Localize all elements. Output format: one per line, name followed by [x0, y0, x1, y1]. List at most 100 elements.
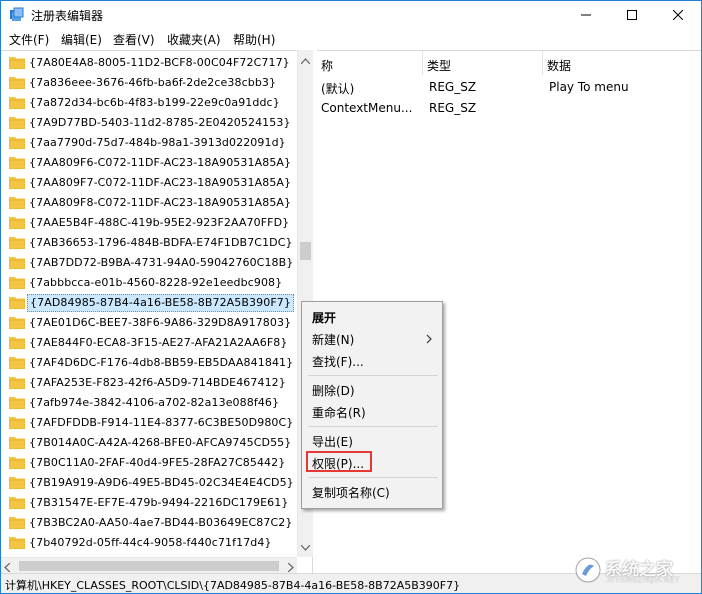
tree-item[interactable]: {7afb974e-3842-4106-a702-82a13e088f46}	[1, 393, 297, 413]
tree-item[interactable]: {7abbbcca-e01b-4560-8228-92e1eedbc908}	[1, 273, 297, 293]
tree-scroll-thumb[interactable]	[300, 242, 311, 260]
folder-icon	[8, 316, 26, 330]
tree-item[interactable]: {7B19A919-A9D6-49E5-BD45-02C34E4E4CD5}	[1, 473, 297, 493]
chevron-right-icon	[426, 333, 432, 347]
folder-icon	[8, 256, 26, 270]
column-header-name[interactable]: 称	[317, 51, 423, 75]
key-tree-pane[interactable]: {7A80E4A8-8005-11D2-BCF8-00C04F72C717} {7…	[1, 50, 313, 573]
menu-item-rename[interactable]: 重命名(R)	[312, 404, 366, 421]
tree-item-label: {7AA809F7-C072-11DF-AC23-18A90531A85A}	[29, 176, 292, 189]
tree-item-label: {7A9D77BD-5403-11d2-8785-2E0420524153}	[29, 116, 291, 129]
tree-item[interactable]: {7AD84985-87B4-4a16-BE58-8B72A5B390F7}	[1, 293, 297, 313]
menu-favorites[interactable]: 收藏夹(A)	[167, 31, 221, 48]
tree-item[interactable]: {7AB36653-1796-484B-BDFA-E74F1DB7C1DC}	[1, 233, 297, 253]
value-type: REG_SZ	[429, 101, 477, 115]
menu-item-find[interactable]: 查找(F)...	[312, 353, 364, 370]
folder-icon	[8, 116, 26, 130]
tree-item-label: {7AFA253E-F823-42f6-A5D9-714BDE467412}	[29, 376, 286, 389]
folder-icon	[8, 356, 26, 370]
menu-edit[interactable]: 编辑(E)	[61, 31, 102, 48]
tree-item[interactable]: {7AA809F7-C072-11DF-AC23-18A90531A85A}	[1, 173, 297, 193]
tree-item[interactable]: {7AE01D6C-BEE7-38F6-9A86-329D8A917803}	[1, 313, 297, 333]
registry-editor-window: 注册表编辑器 文件(F) 编辑(E) 查看(V) 收藏夹(A) 帮助(H) {7…	[0, 0, 702, 594]
folder-icon	[8, 136, 26, 150]
menu-item-new[interactable]: 新建(N)	[312, 331, 354, 348]
menu-item-copy-key-name[interactable]: 复制项名称(C)	[312, 484, 390, 501]
folder-icon	[8, 456, 26, 470]
folder-icon	[8, 196, 26, 210]
title-bar[interactable]: 注册表编辑器	[1, 1, 701, 29]
value-name: (默认)	[321, 82, 355, 96]
minimize-button[interactable]	[563, 1, 609, 29]
menu-help[interactable]: 帮助(H)	[233, 31, 275, 48]
column-header-type-label: 类型	[427, 59, 452, 73]
tree-item[interactable]: {7a836eee-3676-46fb-ba6f-2de2ce38cbb3}	[1, 73, 297, 93]
tree-item-label: {7B0C11A0-2FAF-40d4-9FE5-28FA27C85442}	[29, 456, 286, 469]
tree-item-label: {7B3BC2A0-AA50-4ae7-BD44-B03649EC87C2}	[29, 516, 293, 529]
tree-hscroll-thumb[interactable]	[19, 561, 279, 571]
column-header-name-label: 称	[321, 59, 334, 73]
tree-item-label: {7AB7DD72-B9BA-4731-94A0-59042760C18B}	[29, 256, 294, 269]
tree-item-label: {7AE844F0-ECA8-3F15-AE27-AFA21A2AA6F8}	[29, 336, 288, 349]
registry-editor-icon	[9, 7, 25, 23]
tree-item[interactable]: {7B0C11A0-2FAF-40d4-9FE5-28FA27C85442}	[1, 453, 297, 473]
menu-separator	[308, 426, 438, 427]
menu-item-expand[interactable]: 展开	[312, 309, 336, 326]
value-type: REG_SZ	[429, 80, 477, 94]
tree-item[interactable]: {7AFA253E-F823-42f6-A5D9-714BDE467412}	[1, 373, 297, 393]
value-name: ContextMenu...	[321, 101, 413, 115]
folder-icon	[8, 236, 26, 250]
tree-item[interactable]: {7AB7DD72-B9BA-4731-94A0-59042760C18B}	[1, 253, 297, 273]
tree-item[interactable]: {7A9D77BD-5403-11d2-8785-2E0420524153}	[1, 113, 297, 133]
watermark-url: XITONGZHIJIA.NET	[607, 576, 680, 584]
tree-item-label: {7a836eee-3676-46fb-ba6f-2de2ce38cbb3}	[29, 76, 277, 89]
column-header-data[interactable]: 数据	[543, 51, 701, 75]
tree-item-label: {7AAE5B4F-488C-419b-95E2-923F2AA70FFD}	[29, 216, 290, 229]
folder-icon	[8, 536, 26, 550]
tree-item-label: {7afb974e-3842-4106-a702-82a13e088f46}	[29, 396, 280, 409]
tree-item-label: {7A80E4A8-8005-11D2-BCF8-00C04F72C717}	[29, 56, 290, 69]
tree-item-label: {7B19A919-A9D6-49E5-BD45-02C34E4E4CD5}	[29, 476, 294, 489]
folder-icon	[8, 496, 26, 510]
folder-icon	[8, 296, 26, 310]
tree-item[interactable]: {7B31547E-EF7E-479b-9494-2216DC179E61}	[1, 493, 297, 513]
tree-item[interactable]: {7AFDFDDB-F914-11E4-8377-6C3BE50D980C}	[1, 413, 297, 433]
tree-item[interactable]: {7AF4D6DC-F176-4db8-BB59-EB5DAA841841}	[1, 353, 297, 373]
menu-view[interactable]: 查看(V)	[113, 31, 155, 48]
menu-item-export[interactable]: 导出(E)	[312, 433, 353, 450]
tree-item[interactable]: {7a872d34-bc6b-4f83-b199-22e9c0a91ddc}	[1, 93, 297, 113]
tree-item-label: {7AE01D6C-BEE7-38F6-9A86-329D8A917803}	[29, 316, 292, 329]
close-button[interactable]	[655, 1, 701, 29]
tree-item[interactable]: {7aa7790d-75d7-484b-98a1-3913d022091d}	[1, 133, 297, 153]
folder-icon	[8, 176, 26, 190]
tree-item-label: {7B014A0C-A42A-4268-BFE0-AFCA9745CD55}	[29, 436, 292, 449]
scroll-up-icon[interactable]	[300, 53, 311, 67]
menu-file[interactable]: 文件(F)	[9, 31, 49, 48]
tree-item-label: {7AF4D6DC-F176-4db8-BB59-EB5DAA841841}	[29, 356, 294, 369]
folder-icon	[8, 156, 26, 170]
folder-icon	[8, 416, 26, 430]
folder-icon	[8, 396, 26, 410]
tree-item[interactable]: {7B014A0C-A42A-4268-BFE0-AFCA9745CD55}	[1, 433, 297, 453]
tree-item[interactable]: {7AA809F8-C072-11DF-AC23-18A90531A85A}	[1, 193, 297, 213]
tree-item[interactable]: {7B3BC2A0-AA50-4ae7-BD44-B03649EC87C2}	[1, 513, 297, 533]
maximize-button[interactable]	[609, 1, 655, 29]
folder-icon	[8, 336, 26, 350]
folder-icon	[8, 56, 26, 70]
tree-item-label: {7B31547E-EF7E-479b-9494-2216DC179E61}	[29, 496, 289, 509]
tree-item-label: {7a872d34-bc6b-4f83-b199-22e9c0a91ddc}	[29, 96, 280, 109]
tree-item-label: {7AFDFDDB-F914-11E4-8377-6C3BE50D980C}	[29, 416, 294, 429]
value-data: Play To menu	[549, 80, 629, 94]
tree-item[interactable]: {7AAE5B4F-488C-419b-95E2-923F2AA70FFD}	[1, 213, 297, 233]
tree-item[interactable]: {7AA809F6-C072-11DF-AC23-18A90531A85A}	[1, 153, 297, 173]
scroll-down-icon[interactable]	[300, 540, 311, 554]
column-header-type[interactable]: 类型	[423, 51, 543, 75]
column-header-data-label: 数据	[547, 59, 572, 73]
menu-item-delete[interactable]: 删除(D)	[312, 382, 355, 399]
menu-separator	[308, 375, 438, 376]
tree-item[interactable]: {7A80E4A8-8005-11D2-BCF8-00C04F72C717}	[1, 53, 297, 73]
tree-item[interactable]: {7AE844F0-ECA8-3F15-AE27-AFA21A2AA6F8}	[1, 333, 297, 353]
tree-horizontal-scrollbar[interactable]	[1, 557, 297, 573]
tree-item[interactable]: {7b40792d-05ff-44c4-9058-f440c71f17d4}	[1, 533, 297, 553]
tree-item-label: {7AB36653-1796-484B-BDFA-E74F1DB7C1DC}	[29, 236, 293, 249]
